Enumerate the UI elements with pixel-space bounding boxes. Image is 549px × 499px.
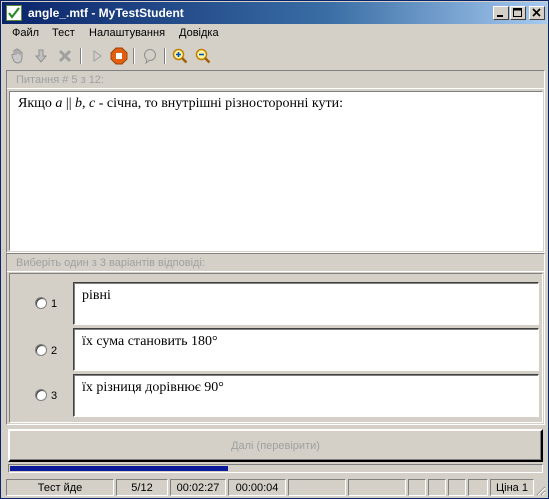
title-bar[interactable]: angle_.mtf - MyTestStudent bbox=[2, 2, 547, 24]
answer-3-text: їх різниця дорівнює 90° bbox=[82, 380, 224, 395]
status-elapsed-time: 00:02:27 bbox=[170, 479, 226, 496]
close-button[interactable] bbox=[529, 6, 545, 20]
menu-settings[interactable]: Налаштування bbox=[89, 27, 165, 39]
menu-test[interactable]: Тест bbox=[52, 27, 75, 39]
answer-2-text: їх сума становить 180° bbox=[82, 334, 218, 349]
answer-1-number: 1 bbox=[51, 298, 58, 310]
menu-help[interactable]: Довідка bbox=[179, 27, 219, 39]
answer-2-box[interactable]: їх сума становить 180° bbox=[73, 328, 539, 371]
answer-3-box[interactable]: їх різниця дорівнює 90° bbox=[73, 374, 539, 417]
toolbar-separator bbox=[133, 48, 135, 64]
answers-list: 1 рівні 2 їх сума становить 180° 3 їх рі… bbox=[9, 273, 543, 423]
question-text-area: Якщо a || b, c - січна, то внутрішні різ… bbox=[9, 91, 543, 251]
zoom-out-icon[interactable] bbox=[193, 46, 213, 66]
answer-3-number: 3 bbox=[51, 390, 58, 402]
answer-1-radio[interactable] bbox=[35, 297, 47, 309]
menu-file[interactable]: Файл bbox=[12, 27, 39, 39]
chat-icon[interactable] bbox=[140, 46, 160, 66]
menu-bar: Файл Тест Налаштування Довідка bbox=[2, 24, 547, 43]
window-title: angle_.mtf - MyTestStudent bbox=[28, 6, 184, 20]
status-state: Тест йде bbox=[6, 479, 114, 496]
status-empty-cell bbox=[288, 479, 346, 496]
status-bar: Тест йде 5/12 00:02:27 00:00:04 Ціна 1 bbox=[2, 477, 547, 497]
question-text: Якщо a || b, c - січна, то внутрішні різ… bbox=[18, 96, 344, 111]
status-empty-cell bbox=[408, 479, 426, 496]
zoom-in-icon[interactable] bbox=[170, 46, 190, 66]
down-arrow-icon[interactable] bbox=[31, 46, 51, 66]
toolbar-separator bbox=[164, 48, 166, 64]
status-price: Ціна 1 bbox=[490, 479, 534, 496]
maximize-icon bbox=[513, 8, 522, 17]
status-empty-cell bbox=[448, 479, 466, 496]
toolbar-separator bbox=[80, 48, 82, 64]
answer-2-radio[interactable] bbox=[35, 344, 47, 356]
status-empty-cell bbox=[348, 479, 406, 496]
app-check-icon bbox=[6, 5, 22, 21]
status-empty-cell bbox=[468, 479, 488, 496]
hand-icon[interactable] bbox=[8, 46, 28, 66]
answer-2-number: 2 bbox=[51, 345, 58, 357]
minimize-icon bbox=[497, 15, 503, 17]
status-question-counter: 5/12 bbox=[116, 479, 168, 496]
answer-3-radio[interactable] bbox=[35, 389, 47, 401]
answers-header: Виберіть один з 3 варіантів відповіді: bbox=[7, 254, 544, 272]
app-window: angle_.mtf - MyTestStudent Файл Тест Нал… bbox=[0, 0, 549, 499]
question-header: Питання # 5 з 12: bbox=[7, 71, 544, 89]
close-icon bbox=[532, 8, 541, 17]
progress-fill bbox=[10, 466, 228, 471]
minimize-button[interactable] bbox=[493, 6, 509, 20]
answer-1-text: рівні bbox=[82, 288, 111, 303]
status-empty-cell bbox=[428, 479, 446, 496]
delete-icon[interactable] bbox=[55, 46, 75, 66]
maximize-button[interactable] bbox=[510, 6, 526, 20]
toolbar bbox=[2, 43, 547, 70]
stop-icon[interactable] bbox=[109, 46, 129, 66]
answer-1-box[interactable]: рівні bbox=[73, 282, 539, 325]
test-progress-bar bbox=[8, 464, 543, 473]
status-question-time: 00:00:04 bbox=[228, 479, 286, 496]
resize-grip-icon[interactable] bbox=[534, 484, 546, 496]
next-check-button[interactable]: Далі (перевірити) bbox=[8, 429, 543, 462]
play-icon[interactable] bbox=[87, 46, 107, 66]
